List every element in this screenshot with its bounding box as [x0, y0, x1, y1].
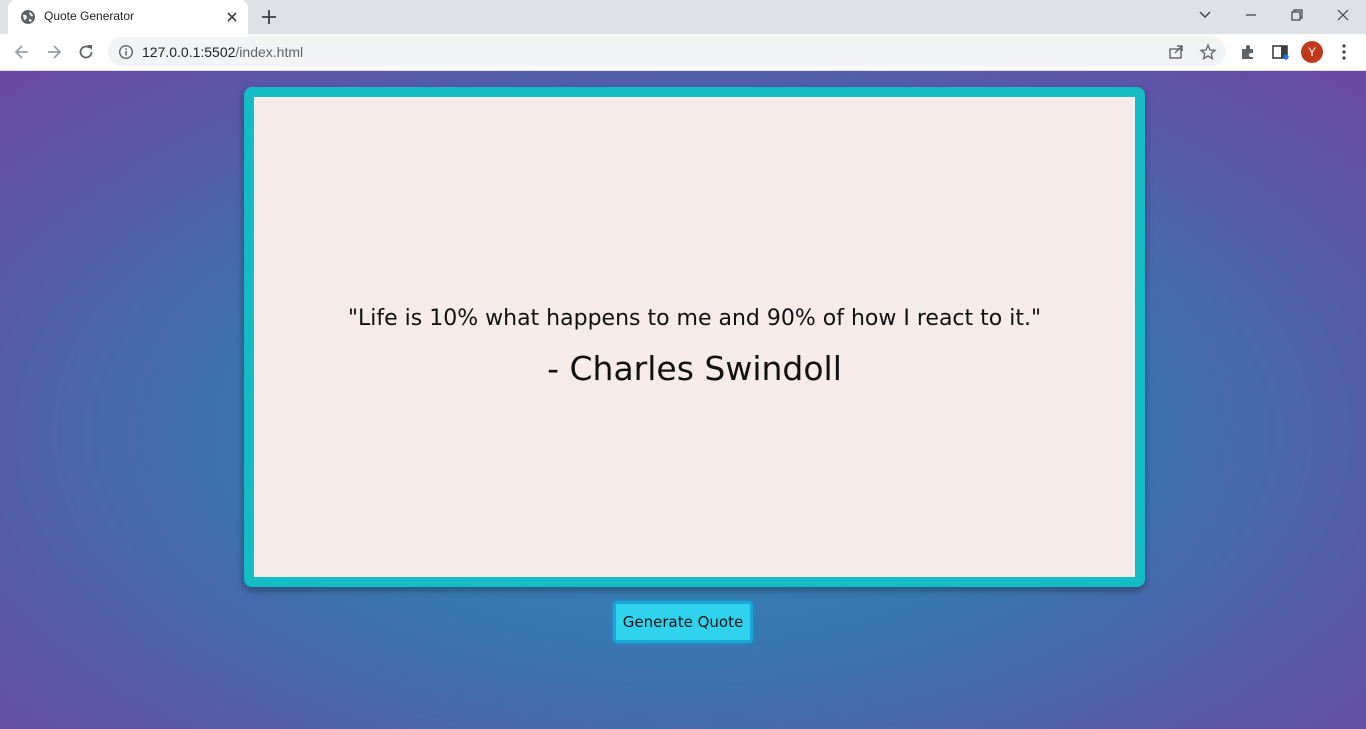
restore-button[interactable]: [1274, 0, 1320, 30]
url-text: 127.0.0.1:5502/index.html: [142, 44, 303, 60]
minimize-icon: [1246, 14, 1256, 16]
reload-icon[interactable]: [76, 42, 96, 62]
restore-icon: [1291, 9, 1303, 21]
url-host: 127.0.0.1:5502: [142, 44, 236, 60]
puzzle-icon[interactable]: [1238, 42, 1258, 62]
close-window-button[interactable]: [1320, 0, 1366, 30]
tab-strip: Quote Generator: [0, 0, 1366, 34]
forward-arrow-icon[interactable]: [44, 42, 64, 62]
info-icon[interactable]: [118, 44, 134, 60]
quote-box: "Life is 10% what happens to me and 90% …: [244, 87, 1145, 587]
plus-icon[interactable]: [259, 7, 279, 27]
quote-text: "Life is 10% what happens to me and 90% …: [347, 306, 1042, 331]
quote-card: "Life is 10% what happens to me and 90% …: [254, 97, 1135, 577]
globe-icon: [21, 10, 35, 24]
back-arrow-icon[interactable]: [12, 42, 32, 62]
close-icon[interactable]: [224, 9, 240, 25]
quote-author: - Charles Swindoll: [547, 349, 842, 388]
address-bar[interactable]: 127.0.0.1:5502/index.html: [108, 37, 1226, 66]
tab-quote-generator[interactable]: Quote Generator: [8, 0, 248, 34]
generate-quote-button[interactable]: Generate Quote: [613, 601, 753, 643]
close-icon: [1337, 9, 1349, 21]
side-panel-icon[interactable]: [1270, 42, 1290, 62]
star-icon[interactable]: [1199, 43, 1217, 61]
minimize-button[interactable]: [1228, 0, 1274, 30]
tab-title: Quote Generator: [44, 9, 135, 23]
page-viewport: "Life is 10% what happens to me and 90% …: [0, 71, 1366, 729]
profile-avatar[interactable]: Y: [1301, 41, 1323, 63]
chevron-down-icon: [1199, 11, 1211, 18]
share-icon[interactable]: [1167, 43, 1185, 61]
tab-search-button[interactable]: [1182, 0, 1228, 30]
url-path: /index.html: [235, 44, 304, 60]
kebab-menu-icon[interactable]: [1334, 42, 1354, 62]
browser-toolbar: 127.0.0.1:5502/index.html Y: [0, 34, 1366, 71]
